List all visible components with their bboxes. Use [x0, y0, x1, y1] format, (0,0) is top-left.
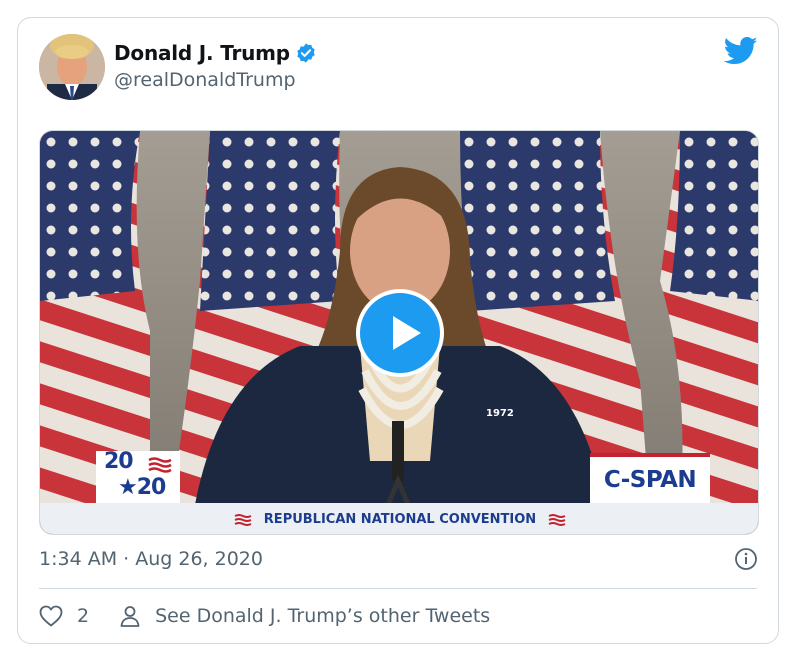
info-icon[interactable]	[734, 547, 758, 571]
divider	[39, 588, 757, 589]
user-handle[interactable]: @realDonaldTrump	[114, 69, 296, 91]
lower-third-text: REPUBLICAN NATIONAL CONVENTION	[263, 512, 537, 527]
rnc-logo-year-top: 20	[104, 449, 134, 474]
person-icon	[120, 606, 140, 627]
network-logo: C-SPAN	[590, 453, 710, 503]
tweet-actions: 2 See Donald J. Trump’s other Tweets	[39, 601, 490, 631]
play-button[interactable]	[356, 289, 444, 377]
twitter-bird-icon[interactable]	[724, 36, 758, 66]
speaker-pin-text: 1972	[486, 408, 514, 419]
display-name[interactable]: Donald J. Trump	[114, 41, 317, 65]
rnc-logo-stripes-icon	[148, 457, 172, 473]
avatar[interactable]	[39, 34, 105, 100]
video-media[interactable]: 1972 20 ★20 C-SPAN REPUBLICAN NATIONAL C…	[39, 130, 759, 535]
tweet-timestamp[interactable]: 1:34 AM · Aug 26, 2020	[39, 548, 263, 570]
flag-wave-icon	[234, 513, 252, 526]
display-name-text: Donald J. Trump	[114, 41, 290, 65]
flag-wave-icon	[548, 513, 566, 526]
heart-icon[interactable]	[39, 605, 63, 627]
rnc-2020-logo: 20 ★20	[96, 449, 180, 505]
rnc-logo-year-bottom: ★20	[118, 475, 166, 500]
tweet-card[interactable]: Donald J. Trump @realDonaldTrump 1972 20…	[17, 17, 779, 644]
see-other-tweets-link[interactable]: See Donald J. Trump’s other Tweets	[155, 605, 490, 627]
verified-badge-icon	[297, 43, 315, 63]
lower-third-banner: REPUBLICAN NATIONAL CONVENTION	[40, 503, 758, 534]
avatar-image	[39, 34, 105, 100]
like-count: 2	[77, 605, 90, 627]
